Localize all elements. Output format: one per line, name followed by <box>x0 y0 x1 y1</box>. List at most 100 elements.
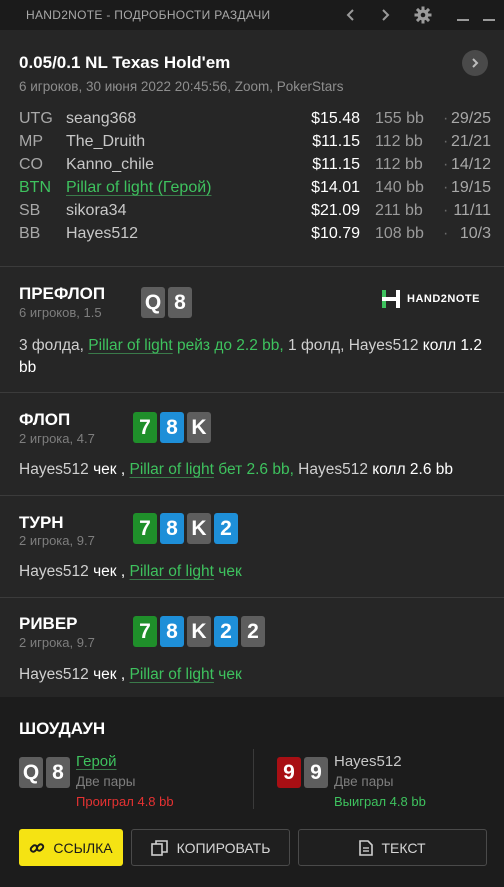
player-stack-bb: 155 bb <box>375 110 424 127</box>
game-subtitle: 6 игроков, 30 июня 2022 20:45:56, Zoom, … <box>19 79 344 94</box>
separator-dot: · <box>443 156 449 173</box>
player-stack: $11.15 <box>312 156 360 173</box>
street-actions: Hayes512 чек , Pillar of light чек <box>19 664 489 686</box>
street-subtitle: 2 игрока, 9.7 <box>19 533 95 548</box>
link-button-label: ССЫЛКА <box>53 839 113 856</box>
action-text: чек <box>213 666 242 683</box>
player-stats: 29/25 <box>450 110 491 127</box>
divider <box>0 495 504 496</box>
player-stats: 11/11 <box>453 202 491 219</box>
copy-button-label: КОПИРОВАТЬ <box>176 839 271 856</box>
action-text: 1 фолд, <box>283 337 349 354</box>
card: 8 <box>160 412 184 443</box>
game-title: 0.05/0.1 NL Texas Hold'em <box>19 53 231 72</box>
player-link[interactable]: Hayes512 <box>19 461 89 478</box>
card: 8 <box>160 616 184 647</box>
player-name[interactable]: Pillar of light (Герой) <box>66 179 211 197</box>
player-link[interactable]: Pillar of light <box>130 666 214 683</box>
hero-result: Проиграл 4.8 bb <box>76 794 174 809</box>
board-cards: 7 8 K 2 <box>133 513 238 544</box>
player-name[interactable]: Kanno_chile <box>66 156 154 174</box>
separator-dot: · <box>443 225 449 242</box>
action-text: , <box>116 563 130 580</box>
card: 9 <box>304 757 328 788</box>
player-stack: $14.01 <box>311 179 360 196</box>
divider <box>0 597 504 598</box>
board-cards: 7 8 K 2 2 <box>133 616 265 647</box>
player-link[interactable]: Pillar of light <box>130 563 214 580</box>
chevron-right-icon <box>472 58 479 68</box>
link-button[interactable]: ССЫЛКА <box>19 829 123 866</box>
action-text: чек <box>88 563 117 580</box>
street-actions: Hayes512 чек , Pillar of light чек <box>19 561 489 583</box>
player-name[interactable]: seang368 <box>66 110 136 128</box>
player-stats: 14/12 <box>450 156 491 173</box>
hero-hand-rank: Две пары <box>76 774 136 789</box>
player-position: UTG <box>19 110 53 127</box>
action-text: , <box>116 666 130 683</box>
card: 8 <box>168 287 192 318</box>
card: Q <box>19 757 43 788</box>
player-position: BTN <box>19 179 51 196</box>
player-position: CO <box>19 156 43 173</box>
copy-button[interactable]: КОПИРОВАТЬ <box>131 829 290 866</box>
player-name[interactable]: sikora34 <box>66 202 126 220</box>
player-row-hero: BTN Pillar of light (Герой) $14.01 140 b… <box>19 179 491 202</box>
street-subtitle: 6 игроков, 1.5 <box>19 305 102 320</box>
player-stack-bb: 211 bb <box>375 202 423 219</box>
next-hand-button[interactable] <box>462 50 488 76</box>
link-icon <box>30 842 45 853</box>
separator-dot: · <box>443 179 449 196</box>
street-title: РИВЕР <box>19 614 78 633</box>
villain-name-link[interactable]: Hayes512 <box>334 753 402 770</box>
street-subtitle: 2 игрока, 9.7 <box>19 635 95 650</box>
player-name[interactable]: Hayes512 <box>66 225 138 243</box>
card: 9 <box>277 757 301 788</box>
player-position: SB <box>19 202 41 219</box>
street-title: ТУРН <box>19 513 64 532</box>
close-icon[interactable] <box>478 4 500 26</box>
player-stats: 10/3 <box>459 225 491 242</box>
player-link[interactable]: Hayes512 <box>19 666 89 683</box>
window-title: HAND2NOTE - ПОДРОБНОСТИ РАЗДАЧИ <box>26 8 271 22</box>
players-table: UTG seang368 $15.48 155 bb · 29/25 MP Th… <box>19 110 491 248</box>
gear-icon[interactable] <box>412 4 434 26</box>
document-icon <box>359 839 374 856</box>
text-button[interactable]: ТЕКСТ <box>298 829 487 866</box>
logo-icon <box>382 290 400 308</box>
player-stack: $21.09 <box>311 202 360 219</box>
hero-name-link[interactable]: Герой <box>76 753 117 770</box>
showdown-title: ШОУДАУН <box>19 719 106 738</box>
player-position: BB <box>19 225 41 242</box>
player-name[interactable]: The_Druith <box>66 133 145 151</box>
logo-text: HAND2NOTE <box>407 293 480 305</box>
player-stack: $10.79 <box>311 225 360 242</box>
action-text: рейз до 2.2 bb, <box>172 337 284 354</box>
card: 2 <box>214 616 238 647</box>
hand2note-logo: HAND2NOTE <box>380 288 480 310</box>
minimize-icon[interactable] <box>452 4 474 26</box>
player-row: MP The_Druith $11.15 112 bb · 21/21 <box>19 133 491 156</box>
card: 8 <box>46 757 70 788</box>
hero-showdown-cards: Q 8 <box>19 757 70 788</box>
card: Q <box>141 287 165 318</box>
player-link[interactable]: Hayes512 <box>294 461 368 478</box>
player-link[interactable]: Pillar of light <box>88 337 172 354</box>
action-text: чек <box>213 563 242 580</box>
separator-dot: · <box>443 110 449 127</box>
player-link[interactable]: Hayes512 <box>349 337 419 354</box>
chevron-right-icon[interactable] <box>374 4 396 26</box>
action-text: чек <box>88 666 117 683</box>
separator-dot: · <box>443 202 449 219</box>
action-text: , <box>116 461 130 478</box>
action-text: чек <box>88 461 117 478</box>
chevron-left-icon[interactable] <box>340 4 362 26</box>
player-link[interactable]: Hayes512 <box>19 563 89 580</box>
player-stack-bb: 140 bb <box>375 179 424 196</box>
hero-hole-cards: Q 8 <box>141 287 192 318</box>
board-cards: 7 8 K <box>133 412 211 443</box>
copy-icon <box>150 839 168 856</box>
villain-hand-rank: Две пары <box>334 774 394 789</box>
player-link[interactable]: Pillar of light <box>130 461 214 478</box>
card: 7 <box>133 616 157 647</box>
